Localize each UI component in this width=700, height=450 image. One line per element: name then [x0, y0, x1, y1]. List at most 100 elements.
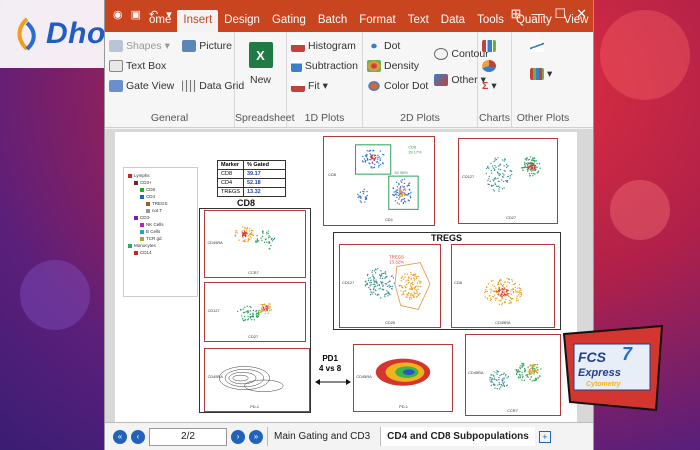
tree-item[interactable]: Monocytes: [124, 242, 197, 249]
tree-item[interactable]: TREGS: [124, 200, 197, 207]
tab-batch[interactable]: Batch: [312, 10, 353, 32]
bar-chart-button[interactable]: [482, 36, 507, 56]
event-dot: [515, 373, 518, 376]
event-dot: [524, 158, 526, 160]
kinetics-plot-button[interactable]: [516, 36, 570, 56]
tab-view[interactable]: View: [558, 10, 595, 32]
pd1-overlay-plot[interactable]: PD-1 CD45RA: [353, 344, 453, 412]
event-dot: [539, 167, 541, 169]
event-dot: [521, 167, 523, 169]
gate-view-button[interactable]: Gate View: [109, 76, 174, 96]
tree-item[interactable]: TCR gd: [124, 235, 197, 242]
tregs-cd127-cd25-plot[interactable]: TREGS 13.32% CD25 CD127: [339, 244, 441, 328]
event-dot: [515, 370, 518, 372]
cd127-cd27-plot[interactable]: CD27 CD127: [458, 138, 558, 224]
event-dot: [518, 290, 521, 292]
event-dot: [534, 164, 536, 166]
x-axis-label: CD45RA: [495, 320, 511, 325]
pie-chart-button[interactable]: [482, 56, 507, 76]
shapes-button[interactable]: Shapes ▾: [109, 36, 174, 56]
tree-item[interactable]: CD4: [124, 193, 197, 200]
statistics-table[interactable]: Marker % Gated CD8 39.17 CD4 52.18 TREGS…: [217, 160, 286, 197]
event-dot: [367, 279, 370, 282]
cd8-pd1-contour-plot[interactable]: PD-1 CD45RA: [204, 348, 310, 412]
tree-item[interactable]: CD3-: [124, 214, 197, 221]
tab-text[interactable]: Text: [402, 10, 435, 32]
tab-main-gating-and-cd3[interactable]: Main Gating and CD3: [267, 427, 376, 446]
event-dot: [269, 310, 271, 312]
tab-tools[interactable]: Tools: [471, 10, 510, 32]
page-indicator[interactable]: 2/2: [149, 427, 227, 446]
cd8-cd127-cd27-plot[interactable]: CD27 CD127: [204, 282, 306, 342]
previous-page-button[interactable]: ‹: [131, 429, 145, 444]
dot-plot-button[interactable]: Dot: [367, 36, 428, 56]
sum-button[interactable]: Σ ▾: [482, 76, 507, 96]
tregs-cd8-cd45ra-plot[interactable]: CD45RA CD8: [451, 244, 555, 328]
tree-item[interactable]: CD8: [124, 186, 197, 193]
tab-cd4-and-cd8-subpopulations[interactable]: CD4 and CD8 Subpopulations: [380, 427, 535, 446]
event-dot: [521, 371, 523, 374]
event-dot: [389, 285, 392, 288]
tab-insert[interactable]: Insert: [177, 10, 219, 32]
cd45ra-ccr7-plot[interactable]: CCR7 CD45RA: [465, 334, 561, 416]
event-dot: [498, 303, 501, 306]
first-page-button[interactable]: «: [113, 429, 127, 444]
tab-data[interactable]: Data: [435, 10, 471, 32]
tab-home[interactable]: ome: [143, 10, 177, 32]
new-spreadsheet-button[interactable]: X New: [239, 36, 282, 86]
ribbon-group-2d-plots: Dot Density Color Dot Contour Other ▾ 2D …: [363, 32, 489, 127]
event-dot: [371, 269, 374, 272]
histogram-button[interactable]: Histogram: [291, 36, 358, 56]
text-box-button[interactable]: Text Box: [109, 56, 174, 76]
event-dot: [249, 305, 251, 308]
heat-map-button[interactable]: ▾: [516, 64, 570, 84]
event-dot: [529, 370, 532, 373]
event-dot: [404, 189, 407, 192]
fit-button[interactable]: Fit ▾: [291, 76, 358, 96]
event-dot: [379, 150, 382, 152]
event-dot: [262, 303, 264, 306]
event-dot: [530, 162, 532, 165]
tree-item[interactable]: Lymphs: [124, 172, 197, 179]
cd8-gate[interactable]: [355, 144, 392, 175]
event-dot: [497, 180, 500, 182]
event-dot: [236, 230, 238, 232]
cd8-cd45ra-ccr7-plot[interactable]: CCR7 CD45RA: [204, 210, 306, 278]
tab-format[interactable]: Format: [353, 10, 401, 32]
density-plot-button[interactable]: Density: [367, 56, 428, 76]
tree-item-label: Monocytes: [134, 243, 156, 248]
event-dot: [519, 370, 521, 372]
plot-svg: TREGS 13.32% CD25 CD127: [342, 255, 431, 325]
group-label-general: General: [150, 112, 189, 124]
tree-item[interactable]: B Cells: [124, 228, 197, 235]
tree-item-swatch: [140, 236, 144, 241]
ribbon-group-charts: Σ ▾ Charts: [478, 32, 512, 127]
tree-item-swatch: [140, 222, 144, 227]
event-dot: [388, 284, 390, 286]
gating-tree[interactable]: Lymphs CD3+ CD8 CD4 TREGS not T CD3- NK Cells B …: [123, 167, 198, 297]
tree-item[interactable]: not T: [124, 207, 197, 214]
tab-gating[interactable]: Gating: [266, 10, 312, 32]
event-dot: [249, 227, 251, 230]
event-dot: [490, 379, 493, 381]
layout-canvas-area[interactable]: Lymphs CD3+ CD8 CD4 TREGS not T CD3- NK Cells B …: [105, 129, 593, 422]
last-page-button[interactable]: »: [249, 429, 263, 444]
color-dot-plot-button[interactable]: Color Dot: [367, 76, 428, 96]
event-dot: [377, 293, 379, 296]
cd4-cd8-dot-plot[interactable]: CD8 39.17% 52.58% CD4 CD8: [323, 136, 435, 226]
event-dot: [528, 158, 531, 161]
tree-item[interactable]: NK Cells: [124, 221, 197, 228]
subtraction-button[interactable]: Subtraction: [291, 56, 358, 76]
tree-item[interactable]: CD3+: [124, 179, 197, 186]
tree-item[interactable]: CD14: [124, 249, 197, 256]
layout-page[interactable]: Lymphs CD3+ CD8 CD4 TREGS not T CD3- NK Cells B …: [115, 132, 577, 422]
x-axis-label: CD4: [385, 217, 394, 222]
add-page-icon[interactable]: +: [538, 430, 551, 443]
event-dot: [494, 182, 496, 184]
next-page-button[interactable]: ›: [231, 429, 245, 444]
gate-view-icon: [109, 80, 123, 92]
tab-design[interactable]: Design: [218, 10, 266, 32]
event-dot: [365, 159, 367, 162]
tab-quality[interactable]: Quality: [510, 10, 558, 32]
event-dot: [401, 275, 403, 278]
